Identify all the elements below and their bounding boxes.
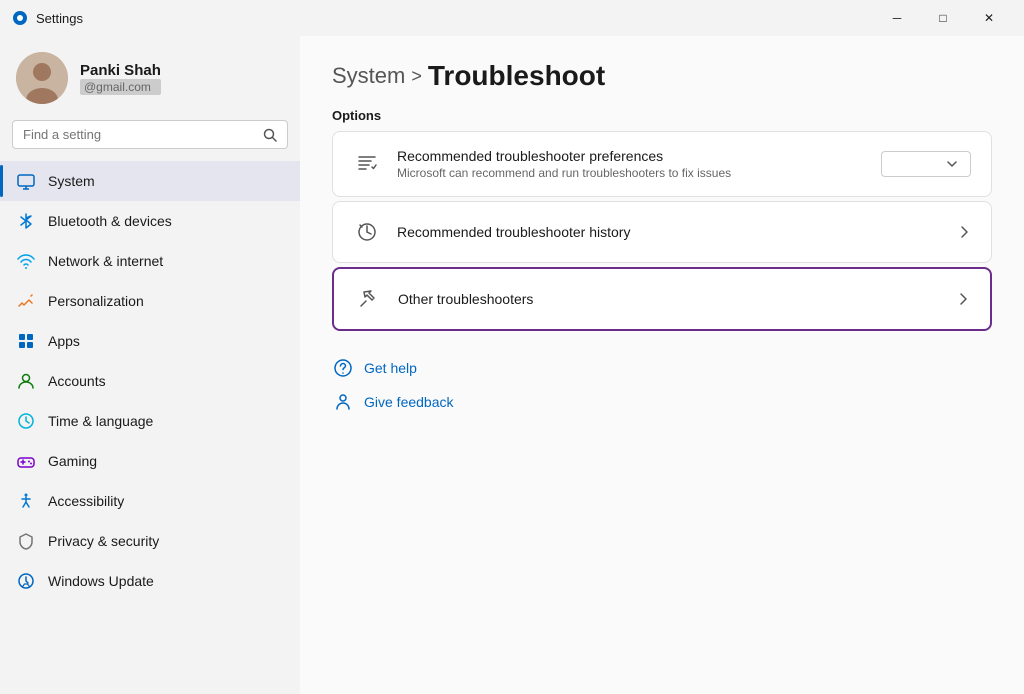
chevron-right-icon-2 bbox=[956, 292, 970, 306]
titlebar-left: Settings bbox=[12, 10, 83, 26]
breadcrumb-parent: System bbox=[332, 63, 405, 89]
time-icon bbox=[16, 411, 36, 431]
card-history-content: Recommended troubleshooter history bbox=[397, 224, 941, 240]
main-content: System > Troubleshoot Options Recommende… bbox=[300, 36, 1024, 694]
search-icon bbox=[263, 128, 277, 142]
breadcrumb: System > Troubleshoot bbox=[332, 60, 992, 92]
titlebar-title: Settings bbox=[36, 11, 83, 26]
minimize-button[interactable]: ─ bbox=[874, 0, 920, 36]
sidebar-item-time[interactable]: Time & language bbox=[0, 401, 300, 441]
bluetooth-icon bbox=[16, 211, 36, 231]
help-icon bbox=[332, 357, 354, 379]
breadcrumb-separator: > bbox=[411, 66, 422, 87]
dropdown-prefs[interactable] bbox=[881, 151, 971, 177]
feedback-icon bbox=[332, 391, 354, 413]
chevron-right-icon bbox=[957, 225, 971, 239]
card-history-title: Recommended troubleshooter history bbox=[397, 224, 941, 240]
sidebar: Panki Shah @gmail.com bbox=[0, 36, 300, 694]
user-name: Panki Shah bbox=[80, 62, 161, 79]
sidebar-item-network[interactable]: Network & internet bbox=[0, 241, 300, 281]
troubleshooter-prefs-icon bbox=[353, 150, 381, 178]
titlebar: Settings ─ □ ✕ bbox=[0, 0, 1024, 36]
links-section: Get help Give feedback bbox=[332, 351, 992, 419]
sidebar-item-gaming[interactable]: Gaming bbox=[0, 441, 300, 481]
user-info: Panki Shah @gmail.com bbox=[80, 62, 161, 95]
apps-icon bbox=[16, 331, 36, 351]
card-prefs-action[interactable] bbox=[881, 151, 971, 177]
card-recommended-history[interactable]: Recommended troubleshooter history bbox=[332, 201, 992, 263]
accounts-icon bbox=[16, 371, 36, 391]
sidebar-item-update[interactable]: Windows Update bbox=[0, 561, 300, 601]
sidebar-item-accessibility[interactable]: Accessibility bbox=[0, 481, 300, 521]
sidebar-item-privacy[interactable]: Privacy & security bbox=[0, 521, 300, 561]
other-troubleshooters-icon bbox=[354, 285, 382, 313]
system-icon bbox=[16, 171, 36, 191]
sidebar-item-label-apps: Apps bbox=[48, 333, 80, 349]
sidebar-item-label-network: Network & internet bbox=[48, 253, 163, 269]
search-box[interactable] bbox=[12, 120, 288, 149]
card-other-troubleshooters[interactable]: Other troubleshooters bbox=[332, 267, 992, 331]
sidebar-item-label-accessibility: Accessibility bbox=[48, 493, 124, 509]
sidebar-item-label-time: Time & language bbox=[48, 413, 153, 429]
sidebar-item-personalization[interactable]: Personalization bbox=[0, 281, 300, 321]
card-prefs-content: Recommended troubleshooter preferences M… bbox=[397, 148, 865, 180]
sidebar-item-label-personalization: Personalization bbox=[48, 293, 144, 309]
sidebar-item-label-gaming: Gaming bbox=[48, 453, 97, 469]
settings-app-icon bbox=[12, 10, 28, 26]
get-help-link[interactable]: Get help bbox=[332, 351, 992, 385]
card-other-title: Other troubleshooters bbox=[398, 291, 940, 307]
sidebar-item-apps[interactable]: Apps bbox=[0, 321, 300, 361]
accessibility-icon bbox=[16, 491, 36, 511]
troubleshooter-history-icon bbox=[353, 218, 381, 246]
sidebar-item-label-privacy: Privacy & security bbox=[48, 533, 159, 549]
section-label: Options bbox=[332, 108, 992, 123]
sidebar-item-system[interactable]: System bbox=[0, 161, 300, 201]
avatar bbox=[16, 52, 68, 104]
app-body: Panki Shah @gmail.com bbox=[0, 36, 1024, 694]
user-section[interactable]: Panki Shah @gmail.com bbox=[0, 40, 300, 120]
search-input[interactable] bbox=[23, 127, 255, 142]
chevron-down-icon bbox=[946, 158, 958, 170]
gaming-icon bbox=[16, 451, 36, 471]
nav-list: System Bluetooth & devices bbox=[0, 157, 300, 694]
card-other-action bbox=[956, 292, 970, 306]
card-recommended-prefs[interactable]: Recommended troubleshooter preferences M… bbox=[332, 131, 992, 197]
personalization-icon bbox=[16, 291, 36, 311]
sidebar-item-label-update: Windows Update bbox=[48, 573, 154, 589]
sidebar-item-accounts[interactable]: Accounts bbox=[0, 361, 300, 401]
titlebar-controls: ─ □ ✕ bbox=[874, 0, 1012, 36]
privacy-icon bbox=[16, 531, 36, 551]
update-icon bbox=[16, 571, 36, 591]
give-feedback-label: Give feedback bbox=[364, 394, 454, 410]
maximize-button[interactable]: □ bbox=[920, 0, 966, 36]
give-feedback-link[interactable]: Give feedback bbox=[332, 385, 992, 419]
card-prefs-title: Recommended troubleshooter preferences bbox=[397, 148, 865, 164]
user-email: @gmail.com bbox=[80, 79, 161, 95]
sidebar-item-label-bluetooth: Bluetooth & devices bbox=[48, 213, 172, 229]
card-history-action bbox=[957, 225, 971, 239]
card-other-content: Other troubleshooters bbox=[398, 291, 940, 307]
sidebar-item-label-accounts: Accounts bbox=[48, 373, 106, 389]
close-button[interactable]: ✕ bbox=[966, 0, 1012, 36]
network-icon bbox=[16, 251, 36, 271]
card-prefs-subtitle: Microsoft can recommend and run troubles… bbox=[397, 166, 865, 180]
sidebar-item-label-system: System bbox=[48, 173, 95, 189]
page-title: Troubleshoot bbox=[428, 60, 605, 92]
get-help-label: Get help bbox=[364, 360, 417, 376]
avatar-image bbox=[16, 52, 68, 104]
sidebar-item-bluetooth[interactable]: Bluetooth & devices bbox=[0, 201, 300, 241]
